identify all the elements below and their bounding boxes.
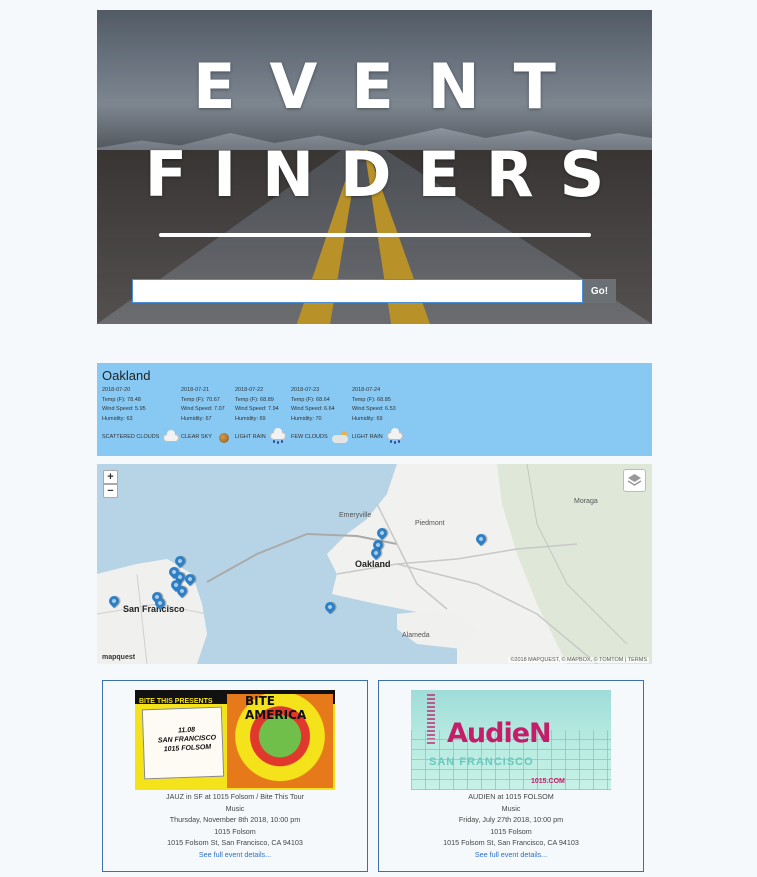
event-datetime: Thursday, November 8th 2018, 10:00 pm xyxy=(169,815,301,825)
forecast-condition: FEW CLOUDS xyxy=(291,431,349,443)
event-genre: Music xyxy=(501,803,521,813)
event-image-name: AudieN xyxy=(447,718,552,749)
event-info: JAUZ in SF at 1015 Folsom / Bite This To… xyxy=(103,791,367,861)
forecast-wind: Wind Speed: 7.07 xyxy=(181,406,225,412)
forecast-date: 2018-07-20 xyxy=(102,387,131,393)
map-logo: mapquest xyxy=(102,654,136,661)
event-info: AUDIEN at 1015 FOLSOM Music Friday, July… xyxy=(379,791,643,861)
map-attribution[interactable]: ©2018 MAPQUEST, © MAPBOX, © TOMTOM | TER… xyxy=(508,657,649,663)
forecast-temp: Temp (F): 70.67 xyxy=(181,396,220,403)
event-address: 1015 Folsom St, San Francisco, CA 94103 xyxy=(443,838,579,848)
forecast-humidity: Humidity: 67 xyxy=(181,415,212,422)
forecast-wind: Wind Speed: 6.53 xyxy=(352,406,396,412)
event-genre: Music xyxy=(225,803,245,813)
forecast-condition: SCATTERED CLOUDS xyxy=(102,430,180,443)
event-image[interactable]: AudieN SAN FRANCISCO 1015.COM xyxy=(411,690,611,790)
forecast-wind: Wind Speed: 5.95 xyxy=(102,406,146,412)
map-label-emeryville: Emeryville xyxy=(339,512,372,519)
condition-label: CLEAR SKY xyxy=(181,434,212,440)
clear-sky-icon xyxy=(215,431,233,443)
event-title: AUDIEN at 1015 FOLSOM xyxy=(468,792,554,801)
layers-icon[interactable] xyxy=(623,469,646,492)
forecast-humidity: Humidity: 70 xyxy=(291,415,322,422)
forecast-temp: Temp (F): 68.64 xyxy=(291,396,330,403)
search-button[interactable]: Go! xyxy=(583,279,616,303)
event-details-link[interactable]: See full event details... xyxy=(103,849,367,861)
forecast-temp: Temp (F): 78.48 xyxy=(102,396,141,403)
forecast-date: 2018-07-21 xyxy=(181,387,210,393)
forecast-humidity: Humidity: 69 xyxy=(235,415,266,422)
light-rain-icon xyxy=(269,428,287,444)
condition-label: FEW CLOUDS xyxy=(291,434,328,440)
event-image-city: SAN FRANCISCO xyxy=(429,756,534,768)
forecast-humidity: Humidity: 69 xyxy=(352,415,383,422)
forecast-day: 2018-07-21 Temp (F): 70.67 Wind Speed: 7… xyxy=(181,386,225,424)
hero-title-line2: FINDERS xyxy=(144,138,631,211)
zoom-in-button[interactable]: + xyxy=(103,470,118,484)
forecast-wind: Wind Speed: 7.94 xyxy=(235,406,279,412)
event-details-link[interactable]: See full event details... xyxy=(379,849,643,861)
forecast-date: 2018-07-24 xyxy=(352,387,381,393)
event-card: BITE THIS PRESENTS BITE AMERICA 11.08 SA… xyxy=(102,680,368,872)
forecast-condition: CLEAR SKY xyxy=(181,431,233,443)
event-image-url: 1015.COM xyxy=(531,778,565,785)
zoom-out-button[interactable]: − xyxy=(103,484,118,498)
condition-label: SCATTERED CLOUDS xyxy=(102,434,160,440)
event-address: 1015 Folsom St, San Francisco, CA 94103 xyxy=(167,838,303,848)
weather-city: Oakland xyxy=(102,368,151,383)
few-clouds-icon xyxy=(331,431,349,443)
forecast-day: 2018-07-24 Temp (F): 68.85 Wind Speed: 6… xyxy=(352,386,396,424)
scattered-clouds-icon xyxy=(162,430,180,443)
weather-panel: Oakland 2018-07-20 Temp (F): 78.48 Wind … xyxy=(97,363,652,456)
forecast-day: 2018-07-23 Temp (F): 68.64 Wind Speed: 6… xyxy=(291,386,335,424)
event-venue: 1015 Folsom xyxy=(490,826,532,836)
event-image-banner: BITE AMERICA xyxy=(245,694,307,722)
forecast-condition: LIGHT RAIN xyxy=(352,428,404,444)
forecast-temp: Temp (F): 68.85 xyxy=(352,396,391,403)
event-venue: 1015 Folsom xyxy=(214,826,256,836)
hero-banner: EVENT FINDERS Go! xyxy=(97,10,652,324)
forecast-date: 2018-07-22 xyxy=(235,387,264,393)
event-title: JAUZ in SF at 1015 Folsom / Bite This To… xyxy=(166,792,304,801)
event-image-details: 11.08 SAN FRANCISCO 1015 FOLSOM xyxy=(157,726,217,754)
forecast-humidity: Humidity: 63 xyxy=(102,415,133,422)
forecast-temp: Temp (F): 68.89 xyxy=(235,396,274,403)
map-label-oakland: Oakland xyxy=(355,559,391,569)
condition-label: LIGHT RAIN xyxy=(235,434,266,440)
hero-title-line1: EVENT xyxy=(193,50,590,123)
forecast-condition: LIGHT RAIN xyxy=(235,428,287,444)
forecast-date: 2018-07-23 xyxy=(291,387,320,393)
search-input[interactable] xyxy=(132,279,583,303)
event-image[interactable]: BITE THIS PRESENTS BITE AMERICA 11.08 SA… xyxy=(135,690,335,790)
event-card: AudieN SAN FRANCISCO 1015.COM AUDIEN at … xyxy=(378,680,644,872)
condition-label: LIGHT RAIN xyxy=(352,434,383,440)
forecast-wind: Wind Speed: 6.64 xyxy=(291,406,335,412)
map-label-san-francisco: San Francisco xyxy=(123,604,185,614)
map-label-piedmont: Piedmont xyxy=(415,520,445,527)
event-datetime: Friday, July 27th 2018, 10:00 pm xyxy=(458,815,564,825)
map-label-alameda: Alameda xyxy=(402,632,430,639)
hero-divider xyxy=(159,233,591,237)
light-rain-icon xyxy=(386,428,404,444)
event-map[interactable]: Emeryville Piedmont Moraga Oakland San F… xyxy=(97,464,652,664)
map-label-moraga: Moraga xyxy=(574,498,598,505)
forecast-day: 2018-07-22 Temp (F): 68.89 Wind Speed: 7… xyxy=(235,386,279,424)
forecast-day: 2018-07-20 Temp (F): 78.48 Wind Speed: 5… xyxy=(102,386,146,424)
